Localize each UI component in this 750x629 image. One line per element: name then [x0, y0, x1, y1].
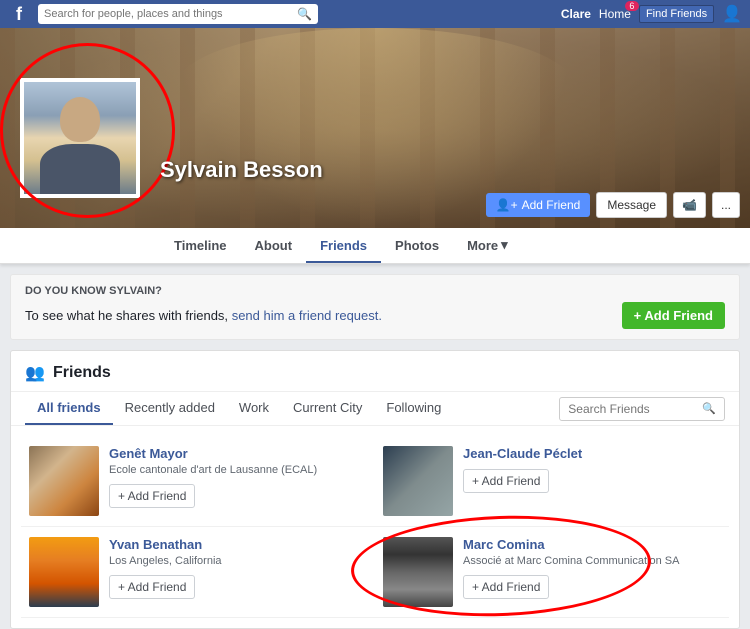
nav-right: Clare Home 6 Find Friends 👤 [561, 4, 742, 24]
friend-name-3[interactable]: Marc Comina [463, 537, 721, 552]
search-bar[interactable]: 🔍 [38, 4, 318, 24]
friend-thumb-3 [383, 537, 453, 607]
search-input[interactable] [44, 8, 293, 20]
person-body [40, 144, 120, 194]
add-friend-icon: 👤+ [496, 198, 518, 212]
user-name: Clare [561, 7, 591, 21]
friend-info-1: Jean-Claude Péclet + Add Friend [463, 446, 721, 493]
know-banner-desc: To see what he shares with friends, send… [25, 302, 725, 329]
friends-search-input[interactable] [568, 402, 698, 416]
friend-add-button-3[interactable]: + Add Friend [463, 575, 549, 599]
message-button[interactable]: Message [596, 192, 667, 218]
cover-section: Sylvain Besson 👤+ Add Friend Message 📹 .… [0, 28, 750, 228]
friend-sub-0: Ecole cantonale d'art de Lausanne (ECAL) [109, 463, 367, 478]
friend-thumb-0 [29, 446, 99, 516]
friend-add-button-1[interactable]: + Add Friend [463, 469, 549, 493]
friend-add-button-2[interactable]: + Add Friend [109, 575, 195, 599]
friend-card-2: Yvan Benathan Los Angeles, California + … [21, 527, 375, 618]
friend-card-3: Marc Comina Associé at Marc Comina Commu… [375, 527, 729, 618]
tab-more-label: More [467, 238, 498, 253]
tab-friends[interactable]: Friends [306, 230, 381, 263]
friend-info-0: Genêt Mayor Ecole cantonale d'art de Lau… [109, 446, 367, 508]
friends-title: Friends [53, 364, 111, 382]
friends-section: 👥 Friends All friends Recently added Wor… [10, 350, 740, 629]
profile-avatar-image [24, 82, 136, 194]
friend-card-0: Genêt Mayor Ecole cantonale d'art de Lau… [21, 436, 375, 527]
know-banner-text: To see what he shares with friends, send… [25, 308, 382, 323]
filter-all-friends[interactable]: All friends [25, 392, 113, 425]
add-friend-button[interactable]: 👤+ Add Friend [486, 193, 591, 217]
home-badge-count: 6 [625, 1, 639, 11]
friends-icon: 👥 [25, 363, 45, 383]
know-banner-title: DO YOU KNOW SYLVAIN? [25, 285, 725, 297]
find-friends-button[interactable]: Find Friends [639, 5, 714, 23]
account-icon[interactable]: 👤 [722, 4, 742, 24]
friend-info-3: Marc Comina Associé at Marc Comina Commu… [463, 537, 721, 599]
friend-add-button-0[interactable]: + Add Friend [109, 484, 195, 508]
friend-thumb-1 [383, 446, 453, 516]
filter-work[interactable]: Work [227, 392, 281, 425]
know-banner: DO YOU KNOW SYLVAIN? To see what he shar… [10, 274, 740, 340]
video-button[interactable]: 📹 [673, 192, 706, 218]
know-banner-desc-text: To see what he shares with friends, [25, 308, 228, 323]
friends-grid: Genêt Mayor Ecole cantonale d'art de Lau… [11, 426, 739, 628]
add-friend-green-button[interactable]: + Add Friend [622, 302, 725, 329]
tab-about[interactable]: About [241, 230, 307, 263]
more-button[interactable]: ... [712, 192, 740, 218]
tab-timeline[interactable]: Timeline [160, 230, 241, 263]
filter-following[interactable]: Following [374, 392, 453, 425]
filter-current-city[interactable]: Current City [281, 392, 374, 425]
add-friend-label: Add Friend [522, 198, 581, 212]
friend-name-2[interactable]: Yvan Benathan [109, 537, 367, 552]
search-icon: 🔍 [297, 7, 312, 21]
facebook-logo: f [8, 3, 30, 25]
chevron-down-icon: ▾ [501, 237, 508, 253]
friend-card-1: Jean-Claude Péclet + Add Friend [375, 436, 729, 527]
tab-more[interactable]: More ▾ [453, 229, 522, 263]
friends-search-icon: 🔍 [702, 402, 716, 415]
friend-info-2: Yvan Benathan Los Angeles, California + … [109, 537, 367, 599]
friends-grid-wrapper: Genêt Mayor Ecole cantonale d'art de Lau… [11, 426, 739, 628]
friend-thumb-2 [29, 537, 99, 607]
friends-section-header: 👥 Friends [11, 351, 739, 392]
friend-name-0[interactable]: Genêt Mayor [109, 446, 367, 461]
friends-search-wrap[interactable]: 🔍 [559, 397, 725, 421]
tab-photos[interactable]: Photos [381, 230, 453, 263]
top-navigation: f 🔍 Clare Home 6 Find Friends 👤 [0, 0, 750, 28]
send-friend-request-link[interactable]: send him a friend request. [232, 308, 382, 323]
friend-sub-2: Los Angeles, California [109, 554, 367, 569]
cover-actions: 👤+ Add Friend Message 📹 ... [486, 192, 740, 218]
person-face [60, 97, 100, 142]
profile-tabs: Timeline About Friends Photos More ▾ [0, 228, 750, 264]
friends-filter-tabs: All friends Recently added Work Current … [11, 392, 739, 426]
filter-recently-added[interactable]: Recently added [113, 392, 227, 425]
profile-name: Sylvain Besson [160, 157, 323, 183]
home-link[interactable]: Home 6 [599, 7, 631, 21]
profile-avatar [20, 78, 140, 198]
friend-sub-3: Associé at Marc Comina Communication SA [463, 554, 721, 569]
friend-name-1[interactable]: Jean-Claude Péclet [463, 446, 721, 461]
